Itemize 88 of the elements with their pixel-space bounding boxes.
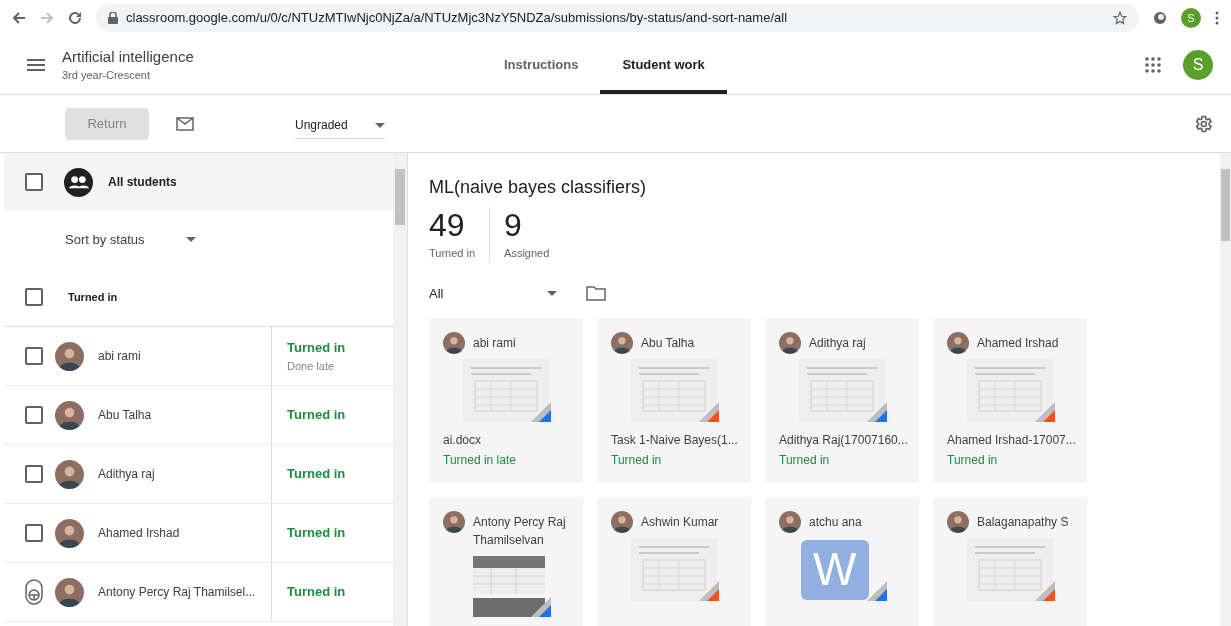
status-text: Turned in bbox=[779, 452, 831, 469]
checkbox[interactable] bbox=[25, 524, 43, 542]
late-note: Done late bbox=[287, 358, 336, 374]
avatar bbox=[611, 332, 633, 354]
status-text: Turned in late bbox=[443, 452, 517, 469]
url-text: classroom.google.com/u/0/c/NTUzMTIwNjc0NjZa/a/NTUzMjc3NzY5NDZa/submissions/by-status/and-sort-name/all bbox=[126, 9, 789, 28]
extension-icon[interactable] bbox=[1153, 11, 1167, 25]
submission-card[interactable]: Ashwin Kumar bbox=[597, 497, 751, 626]
word-logo-letter: W bbox=[813, 542, 857, 596]
status-text: Turned in bbox=[287, 339, 346, 357]
caret-icon bbox=[375, 122, 385, 128]
avatar bbox=[611, 511, 633, 533]
status-text: Turned in bbox=[287, 406, 346, 425]
avatar bbox=[55, 518, 84, 548]
scrollbar[interactable] bbox=[1220, 153, 1231, 626]
submission-card[interactable]: Abu Talha Task 1-Naive Bayes(1... Turned in bbox=[597, 318, 751, 483]
status-text: Turned in bbox=[611, 452, 663, 469]
student-name[interactable]: Antony Percy Raj Thamilsel... bbox=[98, 583, 256, 601]
group-icon bbox=[64, 167, 93, 197]
avatar bbox=[947, 332, 969, 354]
checkbox[interactable] bbox=[25, 465, 43, 483]
tab[interactable]: Student work bbox=[600, 36, 727, 94]
avatar bbox=[55, 459, 84, 489]
tab[interactable]: Instructions bbox=[482, 36, 601, 94]
avatar bbox=[443, 332, 465, 354]
all-students-label[interactable]: All students bbox=[108, 173, 177, 191]
avatar bbox=[55, 400, 84, 430]
settings-icon[interactable] bbox=[1193, 113, 1213, 134]
file-name[interactable]: Adithya Raj(17007160... bbox=[779, 431, 919, 449]
apps-icon[interactable] bbox=[1145, 57, 1161, 73]
back-icon[interactable] bbox=[12, 11, 26, 25]
stat-value: 49 bbox=[429, 207, 466, 243]
checkbox[interactable] bbox=[25, 288, 43, 306]
avatar bbox=[55, 341, 84, 371]
submission-card[interactable]: Balaganapathy S bbox=[933, 497, 1087, 626]
class-subtitle: 3rd year-Crescent bbox=[62, 67, 152, 83]
assignment-title: ML(naive bayes classifiers) bbox=[429, 176, 648, 199]
student-name: Ahamed Irshad bbox=[977, 335, 1060, 352]
avatar bbox=[947, 511, 969, 533]
status-text: Turned in bbox=[947, 452, 999, 469]
sort-dropdown[interactable]: Sort by status bbox=[65, 229, 196, 250]
checkbox[interactable] bbox=[25, 347, 43, 365]
student-name[interactable]: Adithya raj bbox=[98, 465, 155, 483]
grade-dropdown[interactable]: Ungraded bbox=[295, 112, 385, 139]
stat-label: Assigned bbox=[504, 246, 550, 261]
lock-icon bbox=[108, 12, 118, 24]
submission-card[interactable]: abi rami ai.docx Turned in late bbox=[429, 318, 583, 483]
status-text: Turned in bbox=[287, 583, 346, 602]
student-name[interactable]: abi rami bbox=[98, 347, 141, 365]
submission-card[interactable]: Antony Percy Raj Thamilselvan bbox=[429, 497, 583, 626]
student-name[interactable]: Abu Talha bbox=[98, 406, 152, 424]
star-icon[interactable] bbox=[1113, 11, 1127, 25]
avatar bbox=[779, 511, 801, 533]
student-name: Ashwin Kumar bbox=[641, 514, 720, 531]
student-name: atchu ana bbox=[809, 514, 863, 531]
submission-card[interactable]: Adithya raj Adithya Raj(17007160... Turned in bbox=[765, 318, 919, 483]
submission-card[interactable]: atchu ana W bbox=[765, 497, 919, 626]
file-name[interactable]: Ahamed Irshad-17007... bbox=[947, 431, 1087, 449]
caret-icon bbox=[186, 237, 196, 242]
student-name: Adithya raj bbox=[809, 335, 867, 352]
class-title: Artificial intelligence bbox=[62, 46, 195, 67]
folder-icon[interactable] bbox=[586, 285, 606, 302]
checkbox[interactable] bbox=[25, 173, 43, 191]
more-icon[interactable] bbox=[1215, 11, 1219, 25]
scrollbar[interactable] bbox=[393, 153, 407, 626]
reload-icon[interactable] bbox=[68, 11, 82, 25]
avatar bbox=[779, 332, 801, 354]
filter-dropdown[interactable]: All bbox=[429, 283, 557, 303]
submission-card[interactable]: Ahamed Irshad Ahamed Irshad-17007... Turned in bbox=[933, 318, 1087, 483]
email-icon[interactable] bbox=[176, 116, 194, 131]
stat-value: 9 bbox=[504, 207, 523, 243]
student-name: Abu Talha bbox=[641, 335, 696, 352]
file-name[interactable]: ai.docx bbox=[443, 431, 583, 449]
avatar bbox=[55, 577, 84, 607]
status-text: Turned in bbox=[287, 465, 346, 484]
student-name[interactable]: Ahamed Irshad bbox=[98, 524, 180, 542]
student-name: abi rami bbox=[473, 335, 517, 352]
menu-icon[interactable] bbox=[27, 59, 45, 71]
caret-icon bbox=[547, 290, 557, 296]
student-name: Balaganapathy S bbox=[977, 514, 1070, 531]
student-name: Antony Percy Raj Thamilselvan bbox=[473, 514, 567, 549]
stat-label: Turned in bbox=[429, 246, 476, 261]
group-label: Turned in bbox=[68, 289, 118, 305]
checkbox[interactable] bbox=[25, 406, 43, 424]
status-text: Turned in bbox=[287, 524, 346, 543]
file-name[interactable]: Task 1-Naive Bayes(1... bbox=[611, 431, 751, 449]
address-bar[interactable]: classroom.google.com/u/0/c/NTUzMTIwNjc0NjZa/a/NTUzMjc3NzY5NDZa/submissions/by-status/and-sort-name/all bbox=[96, 4, 1139, 32]
avatar bbox=[443, 511, 465, 533]
